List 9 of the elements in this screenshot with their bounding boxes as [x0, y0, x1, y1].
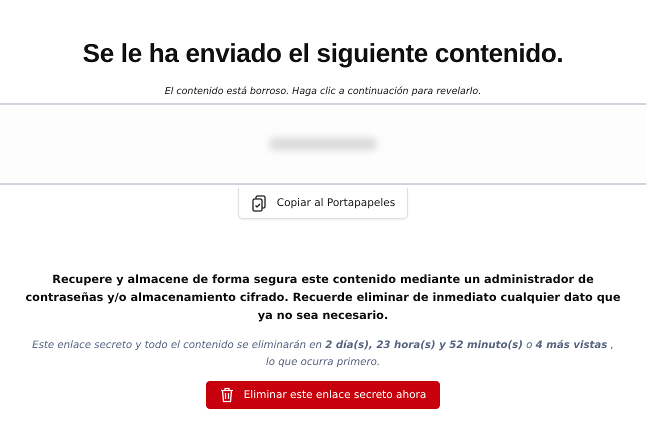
page-title: Se le ha enviado el siguiente contenido. — [82, 38, 564, 69]
clipboard-icon — [250, 194, 267, 212]
trash-icon — [220, 387, 234, 403]
expiry-text: Este enlace secreto y todo el contenido se eliminarán en 2 día(s), 23 hora(s) y 52 minuto(s) o 4 más vistas , lo que ocurra primero. — [31, 338, 615, 370]
warning-text: Recupere y almacene de forma segura este contenido mediante un administrador de contraseñas y/o almacenamiento cifrado. Recuerde eliminar de inmediato cualquier dato que ya no sea necesario. — [24, 272, 622, 324]
blurred-content[interactable] — [269, 138, 377, 150]
delete-button[interactable]: Eliminar este enlace secreto ahora — [206, 381, 440, 409]
copy-button[interactable]: Copiar al Portapapeles — [238, 188, 408, 219]
hint-text: El contenido está borroso. Haga clic a continuación para revelarlo. — [164, 86, 482, 97]
